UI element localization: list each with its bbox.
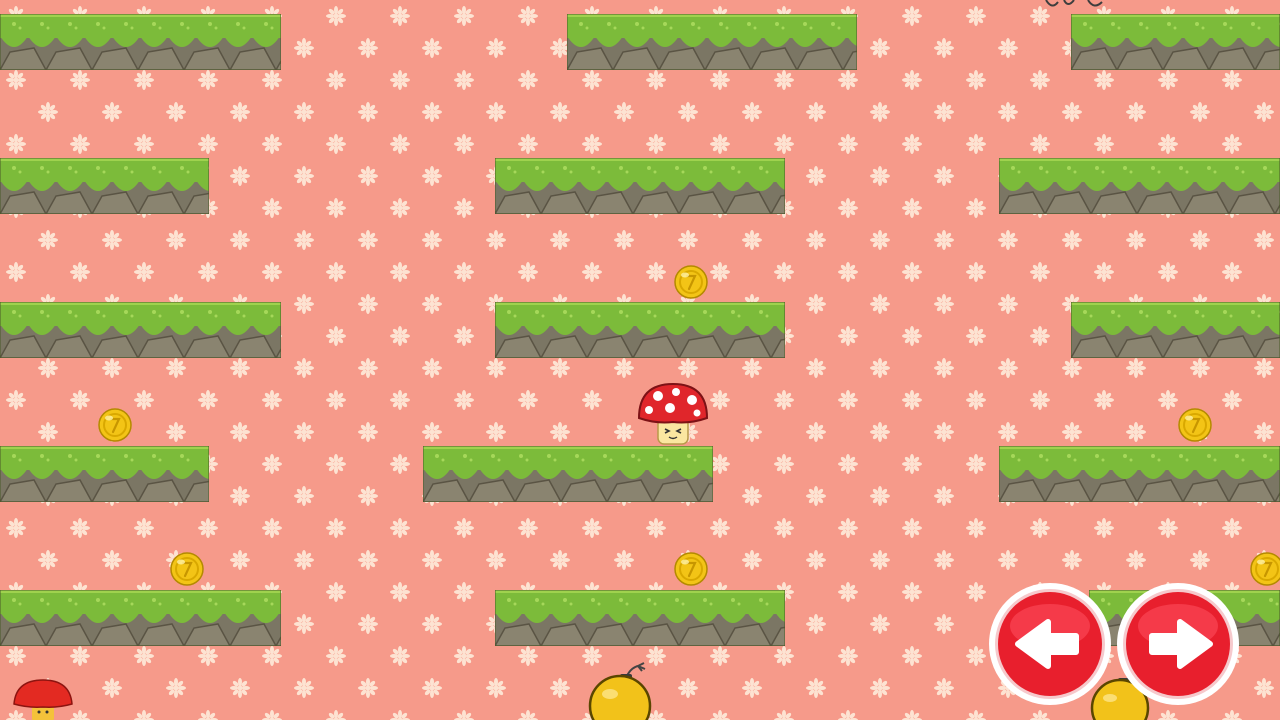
platform xyxy=(999,446,1280,502)
gold-coin-icon xyxy=(674,265,708,299)
creature-partial-icon xyxy=(1045,0,1103,7)
gold-coin-icon xyxy=(1178,408,1212,442)
gold-coin-icon xyxy=(98,408,132,442)
arrow-left-icon xyxy=(989,583,1111,705)
platform xyxy=(1071,302,1280,358)
platform xyxy=(1071,14,1280,70)
platform xyxy=(495,590,785,646)
bomb-enemy-icon xyxy=(588,662,652,720)
gold-coin-icon xyxy=(170,552,204,586)
platform xyxy=(423,446,713,502)
mushroom-life-icon xyxy=(13,679,73,720)
platform xyxy=(495,158,785,214)
platform xyxy=(0,158,209,214)
platform xyxy=(999,158,1280,214)
arrow-right-icon xyxy=(1117,583,1239,705)
platform xyxy=(0,590,281,646)
move-right-button[interactable]: arrow-right-icon xyxy=(1116,582,1240,706)
game-stage: arrow-left-icon arrow-right-icon xyxy=(0,0,1280,720)
gold-coin-icon xyxy=(1250,552,1280,586)
move-left-button[interactable]: arrow-left-icon xyxy=(988,582,1112,706)
platform xyxy=(495,302,785,358)
platform xyxy=(0,14,281,70)
platform xyxy=(0,302,281,358)
platform xyxy=(567,14,857,70)
platform xyxy=(0,446,209,502)
mushroom-player-icon xyxy=(637,382,709,445)
gold-coin-icon xyxy=(674,552,708,586)
